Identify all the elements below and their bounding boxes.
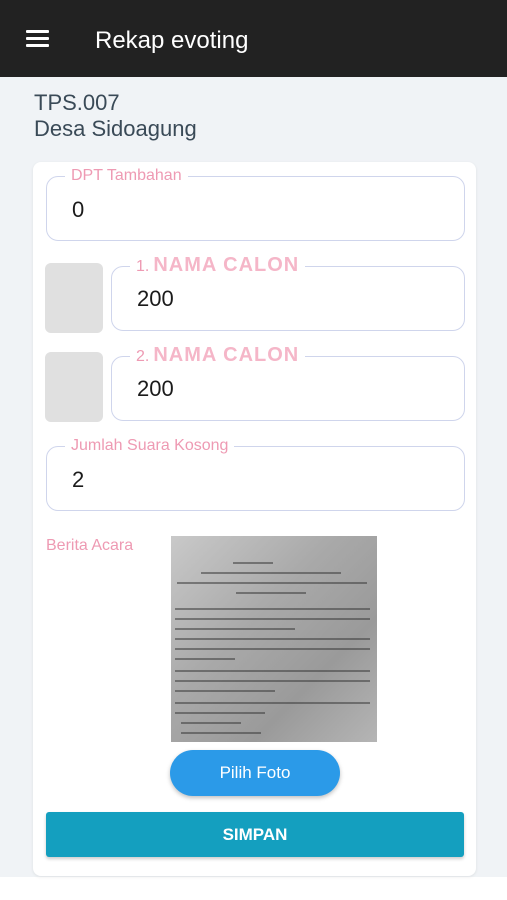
- desa-label: Desa Sidoagung: [34, 116, 197, 141]
- candidate-1-field[interactable]: 1. NAMA CALON 200: [111, 254, 465, 331]
- menu-icon[interactable]: [26, 30, 49, 48]
- berita-acara-label: Berita Acara: [46, 537, 134, 554]
- candidate-1-value[interactable]: 200: [137, 286, 174, 312]
- dpt-tambahan-field[interactable]: DPT Tambahan 0: [46, 165, 465, 241]
- app-bar: Rekap evoting: [0, 0, 507, 77]
- berita-acara-photo: [171, 536, 377, 742]
- dpt-tambahan-label: DPT Tambahan: [65, 165, 188, 187]
- candidate-1-name: NAMA CALON: [153, 254, 300, 276]
- dpt-tambahan-value[interactable]: 0: [72, 197, 84, 223]
- candidate-1-number: 1.: [136, 258, 150, 275]
- candidate-2-label: 2. NAMA CALON: [130, 344, 306, 368]
- app-title: Rekap evoting: [95, 27, 249, 54]
- tps-label: TPS.007: [34, 90, 120, 115]
- candidate-2-field[interactable]: 2. NAMA CALON 200: [111, 344, 465, 421]
- candidate-2-name: NAMA CALON: [153, 344, 300, 366]
- candidate-2-photo[interactable]: [45, 352, 103, 422]
- candidate-1-photo[interactable]: [45, 263, 103, 333]
- suara-kosong-value[interactable]: 2: [72, 467, 84, 493]
- candidate-2-number: 2.: [136, 348, 150, 365]
- simpan-button[interactable]: SIMPAN: [46, 812, 464, 857]
- candidate-1-label: 1. NAMA CALON: [130, 254, 306, 278]
- candidate-2-value[interactable]: 200: [137, 376, 174, 402]
- pilih-foto-button[interactable]: Pilih Foto: [170, 750, 340, 796]
- suara-kosong-label: Jumlah Suara Kosong: [65, 435, 235, 457]
- suara-kosong-field[interactable]: Jumlah Suara Kosong 2: [46, 435, 465, 511]
